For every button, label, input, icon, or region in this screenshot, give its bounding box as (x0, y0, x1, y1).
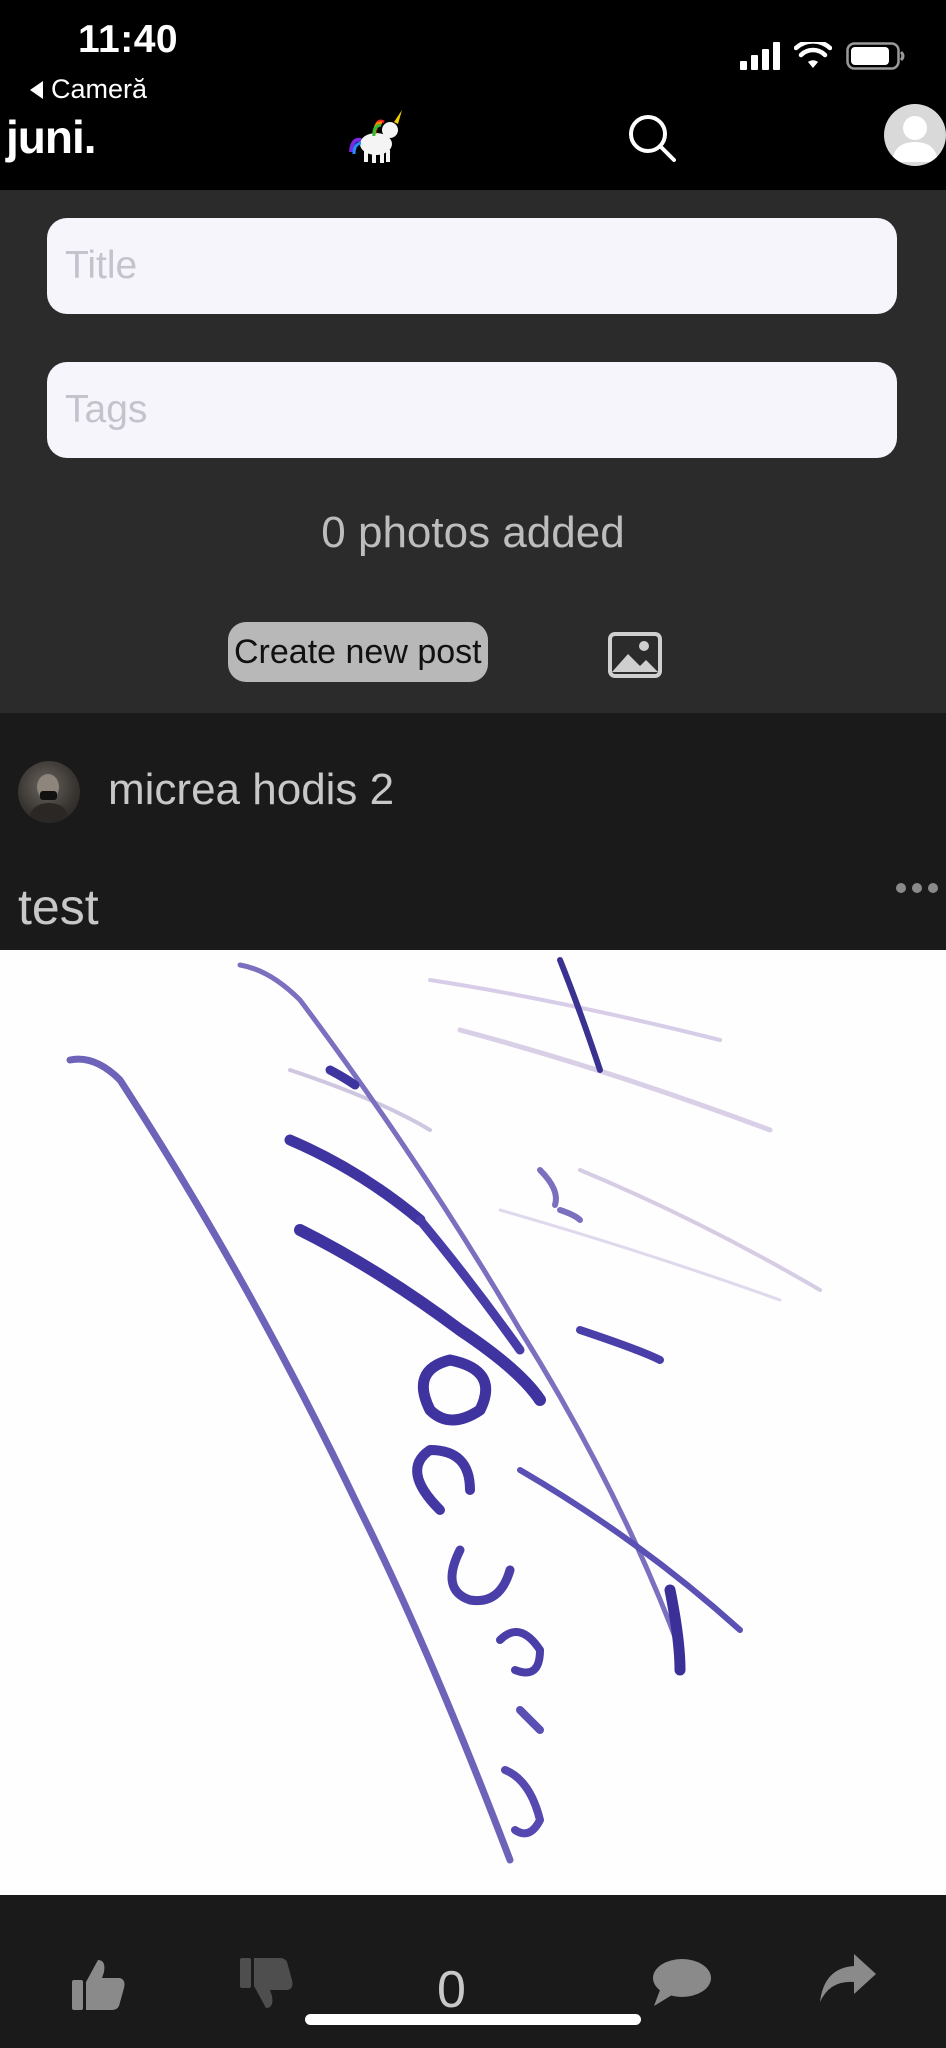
status-bar: 11:40 Cameră (0, 0, 946, 110)
post-image[interactable] (0, 950, 946, 1895)
post-composer: 0 photos added Create new post (0, 190, 946, 713)
battery-icon (846, 42, 905, 70)
comment-icon[interactable] (650, 1956, 712, 2008)
post-actions-bar: 0 (0, 1896, 946, 2048)
create-post-button[interactable]: Create new post (228, 622, 488, 682)
title-input[interactable] (47, 218, 897, 314)
image-icon[interactable] (608, 632, 662, 678)
author-name[interactable]: micrea hodis 2 (108, 765, 394, 815)
unicorn-icon[interactable] (346, 108, 412, 164)
user-avatar-icon[interactable] (884, 104, 946, 166)
status-icons (740, 42, 906, 70)
app-header: juni. (0, 100, 946, 190)
cellular-signal-icon (740, 42, 780, 70)
back-triangle-icon (30, 80, 43, 99)
brand-logo-text[interactable]: juni. (6, 110, 97, 164)
post-card: micrea hodis 2 test 0 (0, 713, 946, 2048)
tags-input[interactable] (47, 362, 897, 458)
post-title: test (18, 879, 99, 935)
ellipsis-icon[interactable] (896, 883, 938, 893)
home-indicator[interactable] (305, 2014, 641, 2025)
signature-image (66, 957, 822, 1864)
author-avatar[interactable] (18, 761, 80, 823)
app-screen: 11:40 Cameră juni. Title Tags 0 photos a… (0, 0, 946, 2048)
post-score: 0 (437, 1961, 466, 2019)
thumbs-down-icon[interactable] (238, 1956, 294, 2012)
share-icon[interactable] (816, 1950, 878, 2006)
post-author-row[interactable]: micrea hodis 2 (0, 713, 946, 863)
photos-added-status: 0 photos added (321, 508, 625, 557)
status-time: 11:40 (78, 18, 179, 61)
wifi-icon (794, 42, 832, 68)
search-icon[interactable] (624, 110, 680, 166)
thumbs-up-icon[interactable] (70, 1956, 126, 2012)
